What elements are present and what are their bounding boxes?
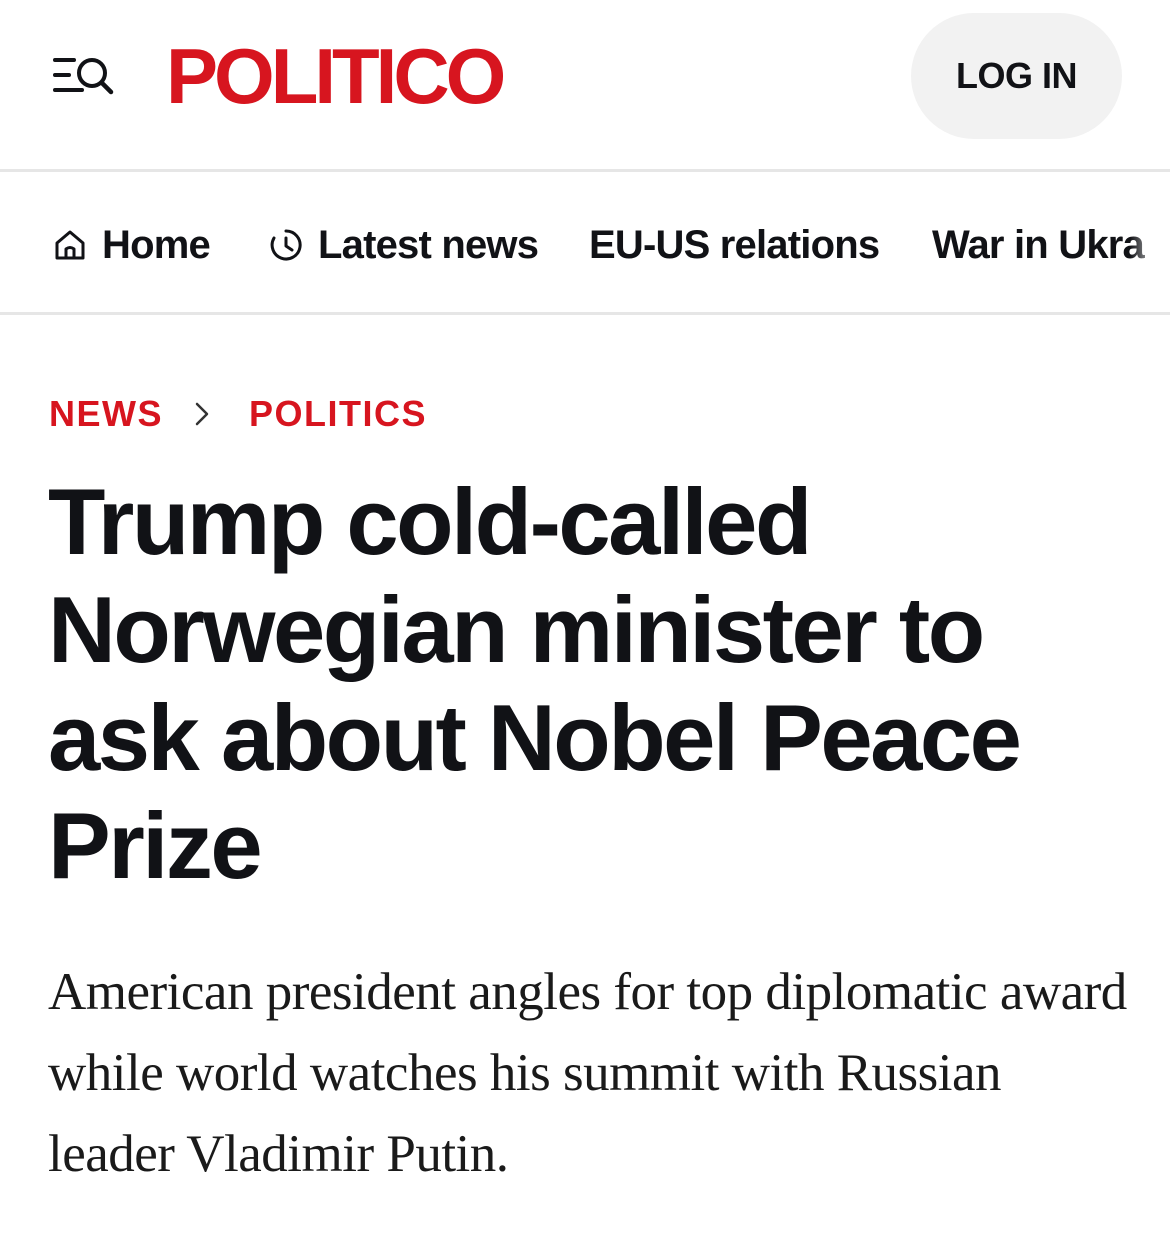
nav-item-eu-us-relations[interactable]: EU-US relations [589, 219, 880, 271]
breadcrumb: NEWS POLITICS [49, 392, 427, 436]
section-nav: Home Latest news EU-US relations War in … [0, 175, 1170, 315]
site-header: POLITICO LOG IN [0, 0, 1170, 172]
nav-item-label: War in Ukra [932, 222, 1145, 267]
nav-item-label: Latest news [318, 222, 539, 267]
clock-icon [270, 229, 302, 261]
nav-item-home[interactable]: Home [52, 219, 211, 271]
breadcrumb-news[interactable]: NEWS [49, 393, 163, 435]
chevron-right-icon [195, 402, 209, 426]
nav-item-war-in-ukraine[interactable]: War in Ukra [932, 219, 1145, 271]
article-headline: Trump cold-called Norwegian minister to … [48, 469, 1022, 898]
article-dek: American president angles for top diplom… [48, 963, 1127, 1183]
home-icon [55, 230, 85, 260]
breadcrumb-politics[interactable]: POLITICS [249, 393, 427, 435]
login-button[interactable]: LOG IN [911, 13, 1122, 139]
nav-item-label: EU-US relations [589, 222, 880, 267]
menu-search-icon[interactable] [52, 54, 116, 98]
politico-logo[interactable]: POLITICO [166, 36, 506, 116]
nav-item-label: Home [102, 222, 211, 267]
nav-item-latest-news[interactable]: Latest news [268, 219, 539, 271]
nav-scroll-fade [1130, 175, 1170, 312]
